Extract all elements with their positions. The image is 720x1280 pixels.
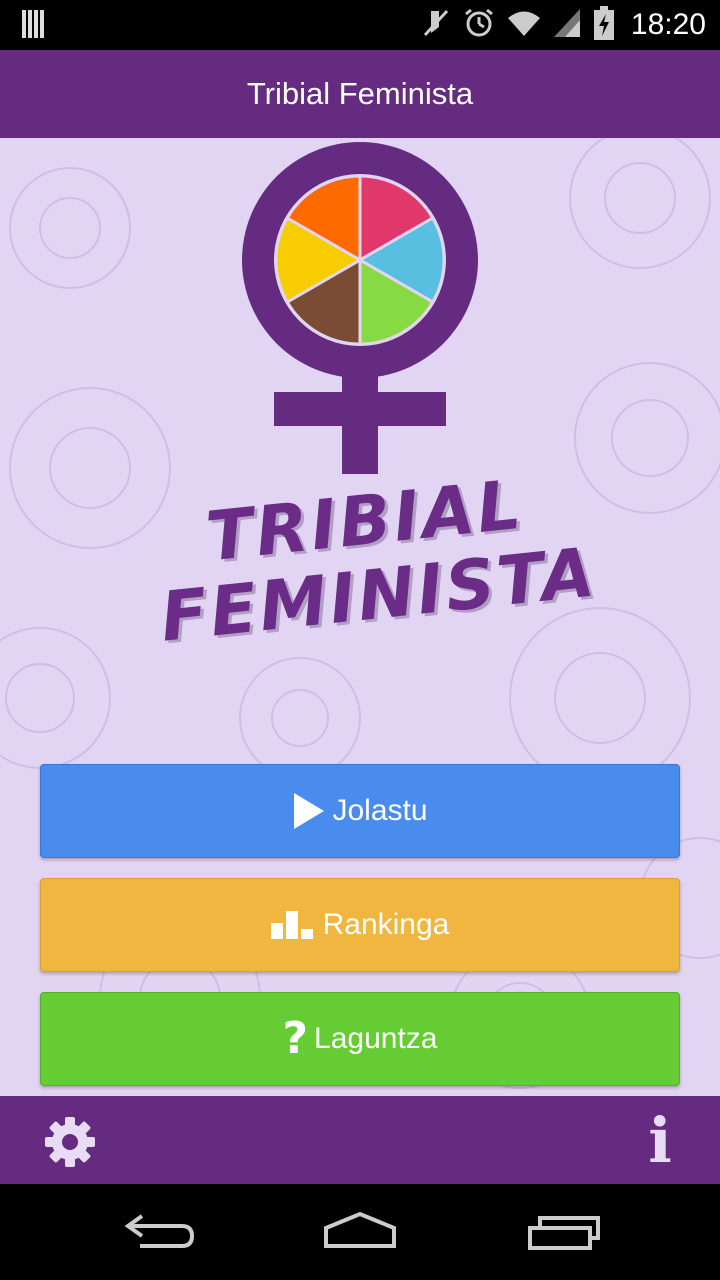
system-navigation-bar <box>0 1184 720 1280</box>
ranking-button[interactable]: Rankinga <box>40 878 680 972</box>
feminist-symbol-logo <box>242 142 478 474</box>
status-bar: 18:20 <box>0 0 720 50</box>
gear-icon <box>45 1117 95 1167</box>
app-title: Tribial Feminista <box>246 76 474 111</box>
recent-apps-button[interactable] <box>522 1206 602 1256</box>
bottom-bar: i <box>0 1096 720 1184</box>
play-label: Jolastu <box>332 794 428 827</box>
wifi-icon <box>507 9 541 42</box>
back-arrow-icon <box>124 1214 195 1248</box>
bar-chart-icon <box>270 911 315 939</box>
help-label: Laguntza <box>314 1022 438 1055</box>
question-mark-icon: ? <box>282 1013 309 1064</box>
info-icon: i <box>648 1103 672 1177</box>
main-content: TRIBIAL FEMINISTA Jolastu Rankinga ? Lag… <box>0 138 720 1096</box>
notification-icon <box>22 10 48 43</box>
trivia-wheel-icon <box>274 174 446 346</box>
settings-button[interactable] <box>44 1116 96 1168</box>
recent-apps-icon <box>528 1216 600 1250</box>
play-icon <box>292 793 325 829</box>
home-icon <box>324 1211 396 1248</box>
signal-icon <box>553 8 581 43</box>
mute-icon <box>421 7 451 44</box>
info-button[interactable]: i <box>640 1103 680 1177</box>
battery-charging-icon <box>593 5 615 45</box>
home-button[interactable] <box>320 1206 400 1256</box>
ranking-label: Rankinga <box>322 908 450 941</box>
play-button[interactable]: Jolastu <box>40 764 680 858</box>
alarm-icon <box>463 7 495 44</box>
clock-time: 18:20 <box>630 8 706 41</box>
logo-wordmark: TRIBIAL FEMINISTA <box>140 466 601 658</box>
app-bar: Tribial Feminista <box>0 50 720 138</box>
help-button[interactable]: ? Laguntza <box>40 992 680 1086</box>
back-button[interactable] <box>120 1206 200 1256</box>
